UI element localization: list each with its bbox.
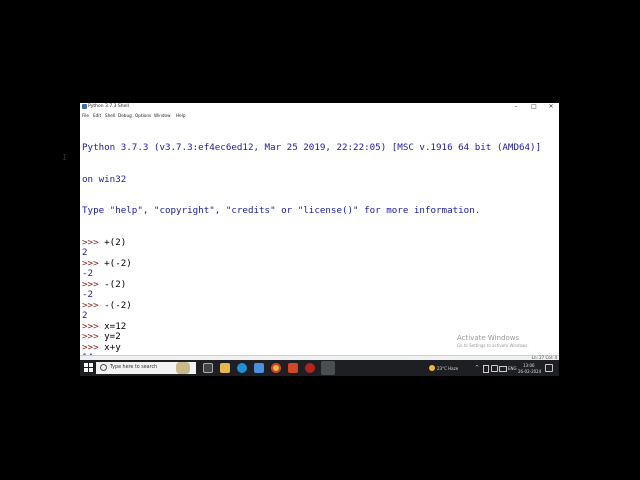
edge-icon[interactable] xyxy=(237,363,247,373)
tray-chevron-icon[interactable]: ^ xyxy=(475,365,479,371)
menu-shell[interactable]: Shell xyxy=(105,112,115,119)
shell-output-line: -2 xyxy=(82,289,94,300)
menu-debug[interactable]: Debug xyxy=(118,112,132,119)
network-icon[interactable] xyxy=(483,365,489,373)
shell-prompt: >>> xyxy=(82,299,105,311)
task-view-icon[interactable] xyxy=(203,363,213,373)
menu-file[interactable]: File xyxy=(82,112,89,119)
shell-input-line: >>> x=12 xyxy=(82,320,557,333)
language-indicator[interactable]: ENG xyxy=(508,366,517,371)
menu-window[interactable]: Window xyxy=(154,112,171,119)
windows-start-icon[interactable] xyxy=(84,363,94,373)
menu-bar: File Edit Shell Debug Options Window Hel… xyxy=(80,112,559,119)
window-titlebar[interactable]: Python 3.7.3 Shell – □ ✕ xyxy=(80,103,559,111)
activate-subtitle: Go to Settings to activate Windows. xyxy=(457,343,529,348)
shell-input-line: >>> -(-2) xyxy=(82,299,557,312)
menu-options[interactable]: Options xyxy=(135,112,151,119)
shell-input-line: >>> +(2) xyxy=(82,236,557,249)
maximize-button[interactable]: □ xyxy=(527,103,541,111)
shell-code: -(2) xyxy=(104,278,127,290)
shell-prompt: >>> xyxy=(82,278,105,290)
battery-icon[interactable] xyxy=(499,366,507,372)
close-button[interactable]: ✕ xyxy=(544,103,558,111)
activate-windows-watermark: Activate Windows Go to Settings to activ… xyxy=(457,334,529,349)
weather-widget-icon[interactable] xyxy=(176,362,190,374)
activate-title: Activate Windows xyxy=(457,334,520,342)
desktop-screen: Python 3.7.3 Shell – □ ✕ File Edit Shell… xyxy=(80,103,559,376)
shell-header-line: Python 3.7.3 (v3.7.3:ef4ec6ed12, Mar 25 … xyxy=(82,142,547,153)
shell-prompt: >>> xyxy=(82,331,105,342)
shell-header-line: on win32 xyxy=(82,173,127,185)
weather-sun-icon xyxy=(429,365,435,371)
speaker-icon[interactable] xyxy=(491,365,498,372)
shell-header-line: Type "help", "copyright", "credits" or "… xyxy=(82,205,481,216)
shell-code: x+y xyxy=(104,341,121,353)
store-icon[interactable] xyxy=(254,363,264,373)
chrome-icon[interactable] xyxy=(271,363,281,373)
shell-code: -(-2) xyxy=(104,299,132,311)
shell-input-line: >>> -(2) xyxy=(82,278,557,291)
shell-code: y=2 xyxy=(104,331,121,342)
shell-prompt: >>> xyxy=(82,236,105,248)
shell-code: +(2) xyxy=(104,236,127,248)
shell-prompt: >>> xyxy=(82,341,105,353)
notification-icon[interactable] xyxy=(545,364,553,372)
shell-prompt: >>> xyxy=(82,257,105,269)
window-title: Python 3.7.3 Shell xyxy=(88,104,129,109)
menu-help[interactable]: Help xyxy=(176,112,186,119)
menu-edit[interactable]: Edit xyxy=(93,112,101,119)
text-cursor-icon: I xyxy=(62,153,67,162)
search-placeholder: Type here to search xyxy=(110,365,158,370)
taskbar: Type here to search 23°C Haze ^ ENG 13:0… xyxy=(80,360,559,376)
shell-output-line: 2 xyxy=(82,247,88,258)
clock-time[interactable]: 13:06 xyxy=(523,363,535,368)
powerpoint-icon[interactable] xyxy=(288,363,298,373)
minimize-button[interactable]: – xyxy=(509,103,523,111)
file-explorer-icon[interactable] xyxy=(220,363,230,373)
weather-text[interactable]: 23°C Haze xyxy=(437,366,458,371)
python-idle-icon[interactable] xyxy=(321,361,335,375)
shell-prompt: >>> xyxy=(82,320,105,332)
shell-input-line: >>> +(-2) xyxy=(82,257,557,270)
clock-date[interactable]: 26-02-2024 xyxy=(518,369,541,374)
python-app-icon xyxy=(82,104,87,109)
shell-code: x=12 xyxy=(104,320,127,332)
media-icon[interactable] xyxy=(305,363,315,373)
shell-output-line: 2 xyxy=(82,310,88,321)
shell-output-line: -2 xyxy=(82,268,94,279)
search-icon xyxy=(100,364,107,371)
shell-code: +(-2) xyxy=(104,257,132,269)
